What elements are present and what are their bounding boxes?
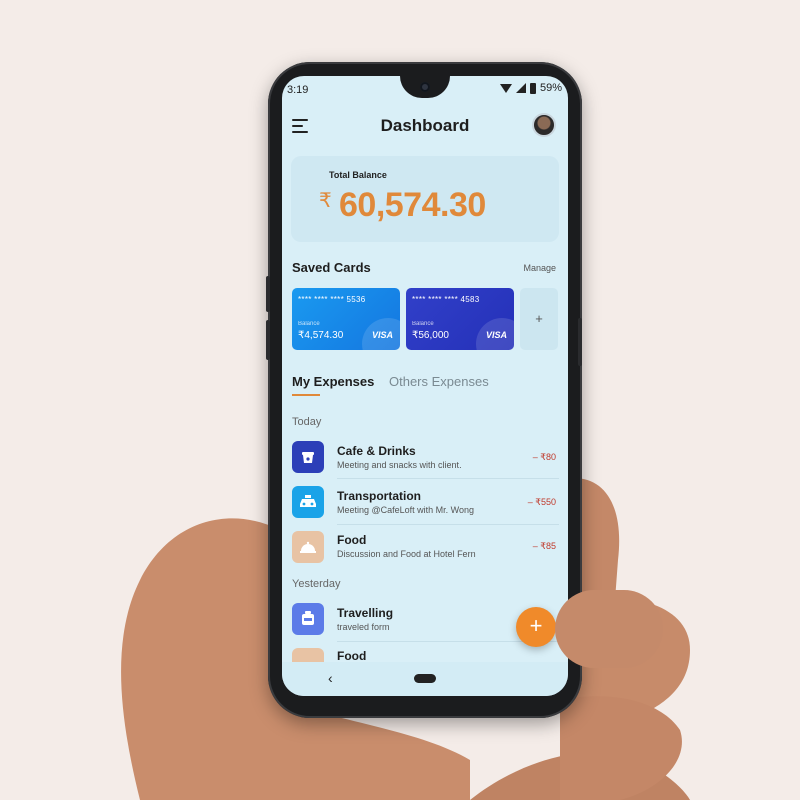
saved-cards-title: Saved Cards	[292, 260, 371, 275]
taxi-icon	[292, 486, 324, 518]
balance-card: Total Balance ₹ 60,574.30	[291, 156, 559, 242]
card-number: **** **** **** 5536	[298, 295, 366, 304]
food-icon	[292, 531, 324, 563]
expense-title: Transportation	[337, 489, 422, 503]
manage-cards-link[interactable]: Manage	[523, 263, 556, 273]
cafe-icon	[292, 441, 324, 473]
power-button	[578, 318, 582, 366]
expense-title: Food	[337, 649, 367, 663]
add-expense-button[interactable]: +	[516, 607, 556, 647]
visa-logo: VISA	[485, 330, 507, 340]
balance-amount: 60,574.30	[339, 186, 486, 224]
page-title: Dashboard	[380, 116, 470, 135]
card-number: **** **** **** 4583	[412, 295, 480, 304]
travel-icon	[292, 603, 324, 635]
volume-button	[266, 276, 270, 312]
currency-symbol: ₹	[319, 190, 332, 212]
row-divider	[337, 524, 559, 525]
signal-icon	[515, 83, 526, 93]
battery-icon	[529, 82, 536, 94]
expense-amount: – ₹80	[532, 452, 556, 462]
home-pill-icon[interactable]	[414, 674, 436, 683]
saved-card[interactable]: **** **** **** 4583 Balance ₹56,000 VISA	[406, 288, 514, 350]
row-divider	[337, 478, 559, 479]
expense-subtitle: traveled form	[337, 622, 390, 632]
balance-label: Total Balance	[329, 170, 387, 180]
visa-logo: VISA	[371, 330, 393, 340]
expense-amount: – ₹550	[527, 497, 556, 507]
tab-others-expenses[interactable]: Others Expenses	[389, 374, 489, 389]
expense-subtitle: Discussion and Food at Hotel Fern	[337, 549, 476, 559]
battery-level: 59%	[539, 82, 562, 94]
status-time: 3:19	[287, 84, 309, 96]
expense-subtitle: Meeting and snacks with client.	[337, 460, 462, 470]
status-icons: 59%	[499, 82, 562, 94]
group-label-today: Today	[292, 416, 322, 428]
card-balance: ₹4,574.30	[298, 330, 344, 341]
saved-card[interactable]: **** **** **** 5536 Balance ₹4,574.30 VI…	[292, 288, 400, 350]
active-tab-indicator	[292, 394, 320, 396]
app-screen: 3:19 59% Dashboard Total Balance ₹ 60,57…	[282, 76, 568, 696]
wifi-icon	[499, 83, 512, 93]
card-balance-label: Balance	[412, 321, 434, 327]
card-balance: ₹56,000	[412, 330, 449, 341]
expense-title: Cafe & Drinks	[337, 444, 416, 458]
expense-title: Travelling	[337, 606, 394, 620]
camera-notch	[400, 76, 450, 98]
add-card-button[interactable]: +	[520, 288, 558, 350]
back-icon[interactable]: ‹	[328, 670, 333, 686]
avatar[interactable]	[532, 113, 556, 137]
volume-button-2	[266, 320, 270, 360]
expense-subtitle: Meeting @CafeLoft with Mr. Wong	[337, 505, 475, 515]
expense-amount: – ₹85	[532, 541, 556, 551]
expense-title: Food	[337, 533, 367, 547]
thumb	[555, 590, 663, 668]
group-label-yesterday: Yesterday	[292, 578, 341, 590]
navigation-bar: ‹	[282, 662, 568, 696]
card-balance-label: Balance	[298, 321, 320, 327]
tab-my-expenses[interactable]: My Expenses	[292, 374, 374, 389]
